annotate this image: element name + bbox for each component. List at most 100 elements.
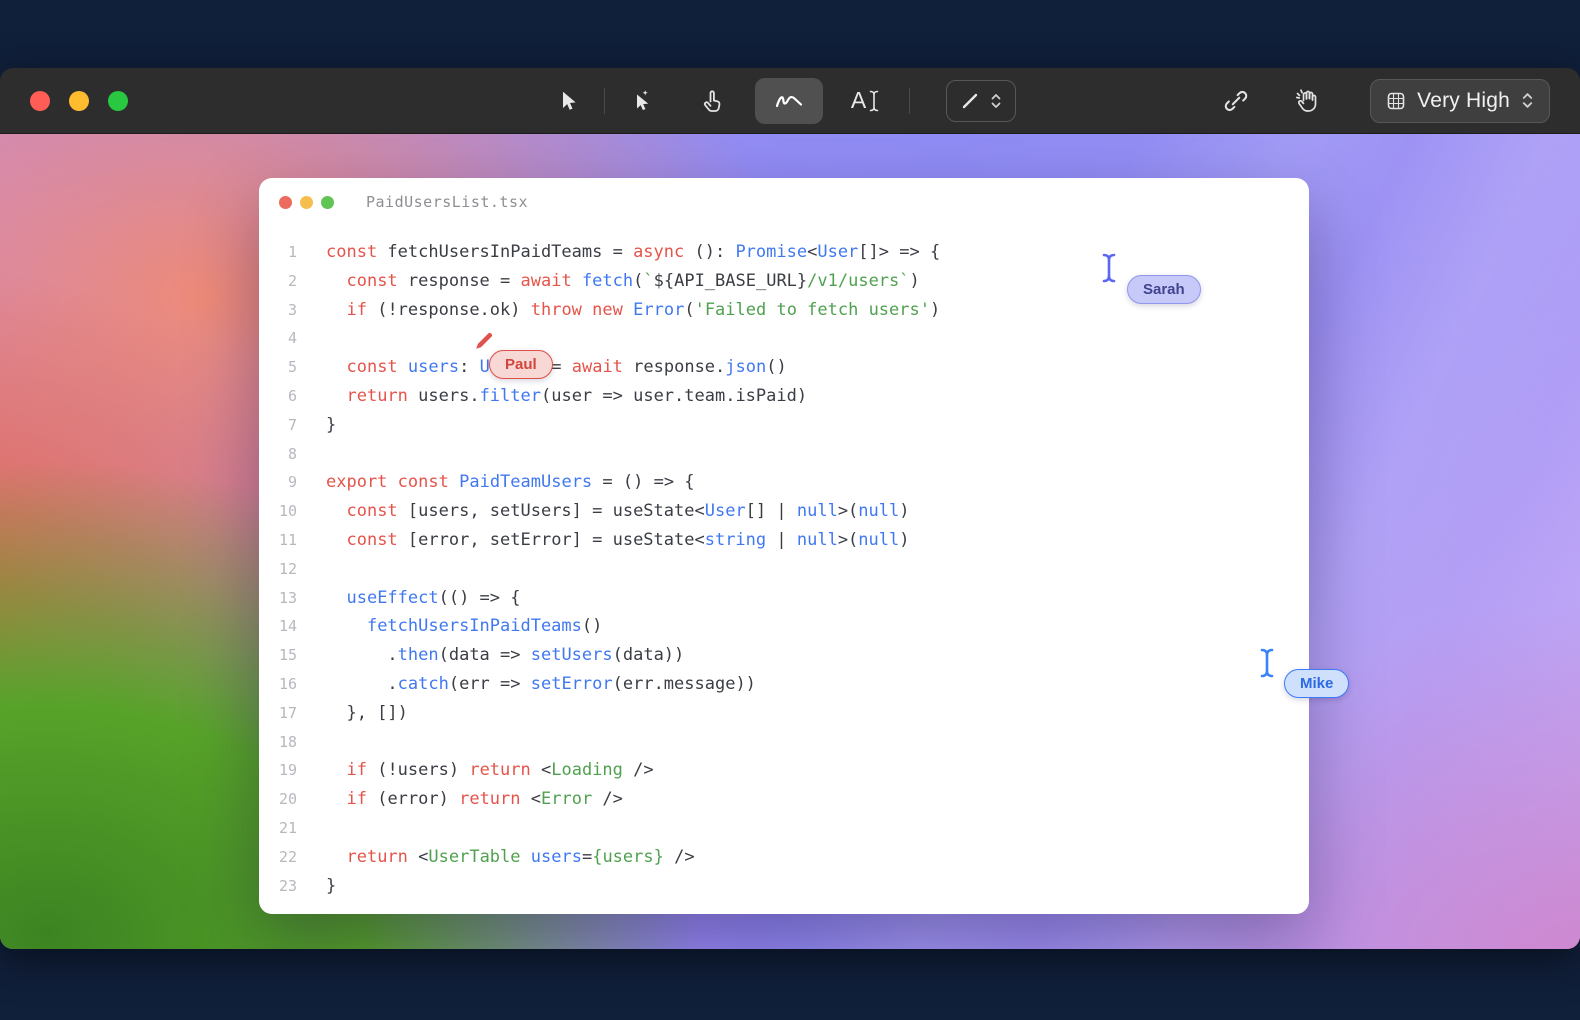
editor-zoom-button[interactable] [321, 196, 334, 209]
editor-close-button[interactable] [279, 196, 292, 209]
code-line: 17 }, []) [259, 699, 1309, 728]
line-number: 20 [259, 785, 297, 814]
pen-scribble-icon [772, 89, 806, 113]
hand-tool-button[interactable] [691, 78, 735, 124]
code-line: 12 [259, 555, 1309, 584]
code-text [297, 814, 326, 843]
code-text: } [297, 872, 336, 901]
editor-minimize-button[interactable] [300, 196, 313, 209]
line-number: 18 [259, 728, 297, 757]
editor-header: PaidUsersList.tsx [259, 178, 1309, 226]
ibeam-icon [869, 90, 879, 112]
code-text: if (error) return <Error /> [297, 785, 623, 814]
collaborator-label-mike: Mike [1284, 669, 1349, 698]
code-text: const response = await fetch(`${API_BASE… [297, 267, 920, 296]
line-number: 15 [259, 641, 297, 670]
code-text: export const PaidTeamUsers = () => { [297, 468, 695, 497]
cursor-sparkle-icon [629, 89, 653, 113]
code-line: 1const fetchUsersInPaidTeams = async ():… [259, 238, 1309, 267]
shared-screen-stage: PaidUsersList.tsx 1const fetchUsersInPai… [0, 134, 1580, 949]
text-tool-letter: A [851, 87, 866, 114]
zoom-button[interactable] [108, 91, 128, 111]
code-text: .then(data => setUsers(data)) [297, 641, 684, 670]
toolbar-divider [909, 88, 910, 114]
line-number: 6 [259, 382, 297, 411]
line-number: 14 [259, 612, 297, 641]
toolbar-divider [604, 88, 605, 114]
code-line: 20 if (error) return <Error /> [259, 785, 1309, 814]
line-number: 3 [259, 296, 297, 325]
chevron-up-down-icon [990, 92, 1002, 110]
toolbar: A [0, 68, 1580, 134]
minimize-button[interactable] [69, 91, 89, 111]
line-number: 7 [259, 411, 297, 440]
line-number: 17 [259, 699, 297, 728]
code-line: 23} [259, 872, 1309, 901]
paul-pencil-cursor-icon [466, 324, 500, 363]
code-text: const [users, setUsers] = useState<User[… [297, 497, 910, 526]
collaborator-label-sarah: Sarah [1127, 275, 1201, 304]
line-number: 8 [259, 440, 297, 469]
code-line: 10 const [users, setUsers] = useState<Us… [259, 497, 1309, 526]
copy-link-button[interactable] [1214, 78, 1258, 124]
line-number: 16 [259, 670, 297, 699]
draw-tool-button[interactable] [755, 78, 823, 124]
mike-text-cursor-icon [1258, 646, 1276, 685]
stroke-width-icon [960, 91, 980, 111]
code-text: }, []) [297, 699, 408, 728]
cursor-tool-button[interactable] [546, 78, 590, 124]
line-number: 4 [259, 324, 297, 353]
waving-hand-icon [1294, 87, 1322, 115]
code-lines: 1const fetchUsersInPaidTeams = async ():… [259, 226, 1309, 900]
line-number: 2 [259, 267, 297, 296]
quality-label: Very High [1417, 89, 1510, 113]
code-text: return users.filter(user => user.team.is… [297, 382, 807, 411]
code-line: 4 [259, 324, 1309, 353]
line-number: 13 [259, 584, 297, 613]
code-text: const [error, setError] = useState<strin… [297, 526, 910, 555]
line-number: 21 [259, 814, 297, 843]
code-text: } [297, 411, 336, 440]
sarah-text-cursor-icon [1100, 251, 1118, 290]
toolbar-right-group: Very High [1214, 68, 1550, 133]
code-text: const fetchUsersInPaidTeams = async (): … [297, 238, 940, 267]
code-line: 22 return <UserTable users={users} /> [259, 843, 1309, 872]
code-text [297, 440, 326, 469]
line-number: 10 [259, 497, 297, 526]
window-controls [30, 68, 128, 133]
close-button[interactable] [30, 91, 50, 111]
line-number: 1 [259, 238, 297, 267]
line-number: 19 [259, 756, 297, 785]
code-line: 16 .catch(err => setError(err.message)) [259, 670, 1309, 699]
quality-dropdown[interactable]: Very High [1370, 79, 1550, 123]
code-line: 7} [259, 411, 1309, 440]
code-text: if (!response.ok) throw new Error('Faile… [297, 296, 940, 325]
line-number: 12 [259, 555, 297, 584]
line-number: 23 [259, 872, 297, 901]
follow-cursor-tool-button[interactable] [619, 78, 663, 124]
text-tool-button[interactable]: A [843, 78, 887, 124]
code-line: 6 return users.filter(user => user.team.… [259, 382, 1309, 411]
stroke-width-dropdown[interactable] [946, 80, 1016, 122]
code-text: if (!users) return <Loading /> [297, 756, 654, 785]
tool-group: A [546, 68, 1016, 133]
code-text [297, 324, 326, 353]
chevron-up-down-icon [1521, 91, 1534, 110]
reaction-button[interactable] [1286, 78, 1330, 124]
code-text: return <UserTable users={users} /> [297, 843, 695, 872]
code-text [297, 728, 326, 757]
code-line: 8 [259, 440, 1309, 469]
screen-share-window: A [0, 68, 1580, 949]
code-line: 9export const PaidTeamUsers = () => { [259, 468, 1309, 497]
link-icon [1223, 88, 1249, 114]
line-number: 11 [259, 526, 297, 555]
code-line: 21 [259, 814, 1309, 843]
grid-icon [1386, 91, 1406, 111]
pointing-hand-icon [699, 87, 727, 115]
code-text: fetchUsersInPaidTeams() [297, 612, 602, 641]
code-text: .catch(err => setError(err.message)) [297, 670, 756, 699]
line-number: 5 [259, 353, 297, 382]
code-line: 18 [259, 728, 1309, 757]
code-line: 15 .then(data => setUsers(data)) [259, 641, 1309, 670]
line-number: 9 [259, 468, 297, 497]
